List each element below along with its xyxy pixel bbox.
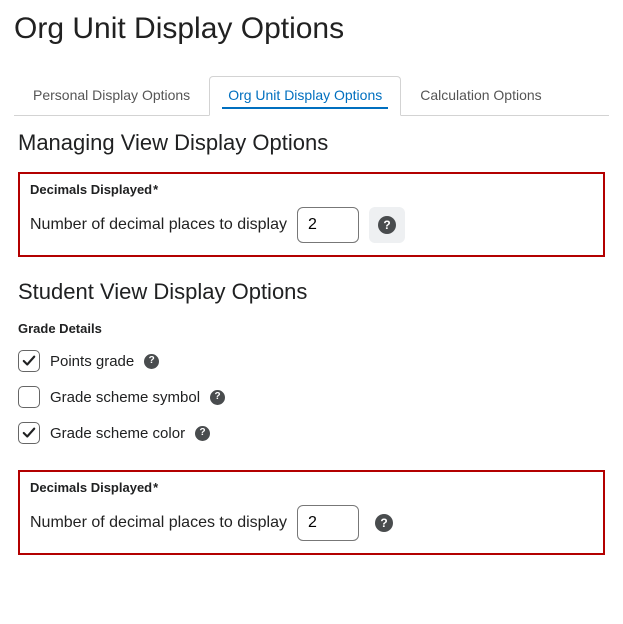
student-decimals-group: Decimals Displayed* Number of decimal pl… bbox=[18, 470, 605, 555]
help-icon[interactable]: ? bbox=[195, 426, 210, 441]
points-grade-label: Points grade bbox=[50, 353, 134, 370]
legend-text: Decimals Displayed bbox=[30, 480, 152, 495]
tab-org-unit-display-options[interactable]: Org Unit Display Options bbox=[209, 76, 401, 116]
grade-scheme-color-row: Grade scheme color ? bbox=[18, 422, 605, 444]
managing-decimals-legend: Decimals Displayed* bbox=[30, 182, 593, 197]
grade-scheme-symbol-label: Grade scheme symbol bbox=[50, 389, 200, 406]
managing-decimals-label: Number of decimal places to display bbox=[30, 216, 287, 234]
org-unit-panel: Managing View Display Options Decimals D… bbox=[14, 130, 609, 555]
student-view-heading: Student View Display Options bbox=[18, 279, 605, 305]
required-asterisk: * bbox=[153, 480, 158, 495]
student-decimals-label: Number of decimal places to display bbox=[30, 514, 287, 532]
help-icon: ? bbox=[378, 216, 396, 234]
help-icon[interactable]: ? bbox=[210, 390, 225, 405]
help-icon[interactable]: ? bbox=[144, 354, 159, 369]
page-title: Org Unit Display Options bbox=[14, 12, 609, 46]
managing-decimals-input[interactable] bbox=[297, 207, 359, 243]
points-grade-checkbox[interactable] bbox=[18, 350, 40, 372]
tab-calculation-options[interactable]: Calculation Options bbox=[401, 76, 560, 115]
student-decimals-legend: Decimals Displayed* bbox=[30, 480, 593, 495]
grade-details-label: Grade Details bbox=[18, 321, 605, 336]
help-icon[interactable]: ? bbox=[375, 514, 393, 532]
points-grade-row: Points grade ? bbox=[18, 350, 605, 372]
managing-view-heading: Managing View Display Options bbox=[18, 130, 605, 156]
grade-scheme-color-checkbox[interactable] bbox=[18, 422, 40, 444]
managing-decimals-help-button[interactable]: ? bbox=[369, 207, 405, 243]
required-asterisk: * bbox=[153, 182, 158, 197]
legend-text: Decimals Displayed bbox=[30, 182, 152, 197]
tabs: Personal Display Options Org Unit Displa… bbox=[14, 76, 609, 116]
grade-scheme-color-label: Grade scheme color bbox=[50, 425, 185, 442]
grade-scheme-symbol-checkbox[interactable] bbox=[18, 386, 40, 408]
grade-scheme-symbol-row: Grade scheme symbol ? bbox=[18, 386, 605, 408]
managing-decimals-group: Decimals Displayed* Number of decimal pl… bbox=[18, 172, 605, 257]
student-decimals-input[interactable] bbox=[297, 505, 359, 541]
tab-personal-display-options[interactable]: Personal Display Options bbox=[14, 76, 209, 115]
